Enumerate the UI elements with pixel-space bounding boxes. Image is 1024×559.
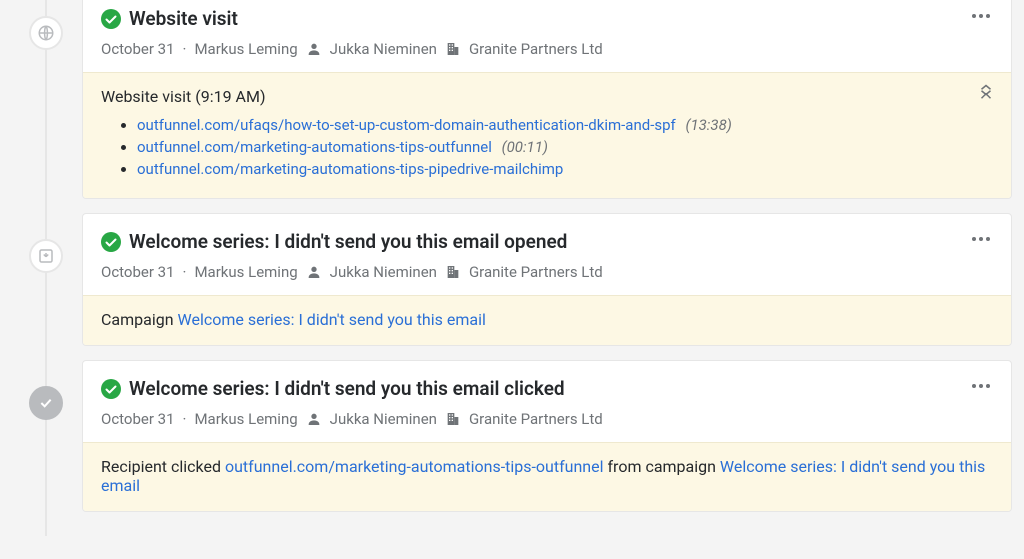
activity-date: October 31: [101, 410, 175, 428]
activity-card: Welcome series: I didn't send you this e…: [82, 360, 1012, 512]
activity-date: October 31: [101, 40, 175, 58]
activity-meta: October 31 · Markus Leming Jukka Niemine…: [101, 40, 993, 58]
activity-card: Welcome series: I didn't send you this e…: [82, 213, 1012, 346]
activity-title: Welcome series: I didn't send you this e…: [129, 377, 565, 400]
visit-link-item: outfunnel.com/marketing-automations-tips…: [137, 138, 993, 156]
activity-detail-panel: Recipient clicked outfunnel.com/marketin…: [83, 442, 1011, 511]
visit-duration: (13:38): [685, 116, 731, 134]
activity-card: Website visit October 31 · Markus Leming…: [82, 0, 1012, 199]
done-check-icon[interactable]: [101, 232, 121, 252]
check-square-icon: [29, 386, 63, 420]
visited-url-link[interactable]: outfunnel.com/ufaqs/how-to-set-up-custom…: [137, 116, 676, 134]
activity-org[interactable]: Granite Partners Ltd: [469, 410, 603, 428]
person-icon: [306, 41, 322, 57]
activity-meta: October 31 · Markus Leming Jukka Niemine…: [101, 263, 993, 281]
person-icon: [306, 411, 322, 427]
campaign-link[interactable]: Welcome series: I didn't send you this e…: [178, 310, 486, 329]
timeline-entry: Welcome series: I didn't send you this e…: [0, 213, 1012, 346]
activity-person[interactable]: Jukka Nieminen: [330, 263, 437, 281]
timeline-entry: Welcome series: I didn't send you this e…: [0, 360, 1012, 512]
activity-org[interactable]: Granite Partners Ltd: [469, 40, 603, 58]
activity-detail-panel: Website visit (9:19 AM) outfunnel.com/uf…: [83, 72, 1011, 198]
activity-org[interactable]: Granite Partners Ltd: [469, 263, 603, 281]
activity-owner: Markus Leming: [194, 263, 297, 281]
clicked-url-link[interactable]: outfunnel.com/marketing-automations-tips…: [225, 457, 604, 476]
activity-owner: Markus Leming: [194, 410, 297, 428]
activity-person[interactable]: Jukka Nieminen: [330, 40, 437, 58]
more-actions-button[interactable]: [967, 379, 995, 393]
inbox-down-icon: [29, 239, 63, 273]
visit-link-item: outfunnel.com/marketing-automations-tips…: [137, 160, 993, 178]
done-check-icon[interactable]: [101, 379, 121, 399]
visit-link-item: outfunnel.com/ufaqs/how-to-set-up-custom…: [137, 116, 993, 134]
activity-meta: October 31 · Markus Leming Jukka Niemine…: [101, 410, 993, 428]
more-actions-button[interactable]: [967, 9, 995, 23]
detail-text: Campaign Welcome series: I didn't send y…: [101, 310, 486, 329]
activity-person[interactable]: Jukka Nieminen: [330, 410, 437, 428]
building-icon: [445, 264, 461, 280]
done-check-icon[interactable]: [101, 9, 121, 29]
person-icon: [306, 264, 322, 280]
timeline-entry: Website visit October 31 · Markus Leming…: [0, 0, 1012, 199]
detail-heading: Website visit (9:19 AM): [101, 87, 993, 106]
activity-date: October 31: [101, 263, 175, 281]
activity-title: Welcome series: I didn't send you this e…: [129, 230, 567, 253]
detail-text: Recipient clicked outfunnel.com/marketin…: [101, 457, 985, 495]
more-actions-button[interactable]: [967, 232, 995, 246]
globe-icon: [29, 16, 63, 50]
visit-duration: (00:11): [502, 138, 548, 156]
visited-url-link[interactable]: outfunnel.com/marketing-automations-tips…: [137, 138, 492, 156]
activity-owner: Markus Leming: [194, 40, 297, 58]
activity-detail-panel: Campaign Welcome series: I didn't send y…: [83, 295, 1011, 345]
visited-url-link[interactable]: outfunnel.com/marketing-automations-tips…: [137, 160, 563, 178]
building-icon: [445, 41, 461, 57]
building-icon: [445, 411, 461, 427]
collapse-chevron-icon[interactable]: [977, 87, 995, 99]
activity-title: Website visit: [129, 7, 238, 30]
